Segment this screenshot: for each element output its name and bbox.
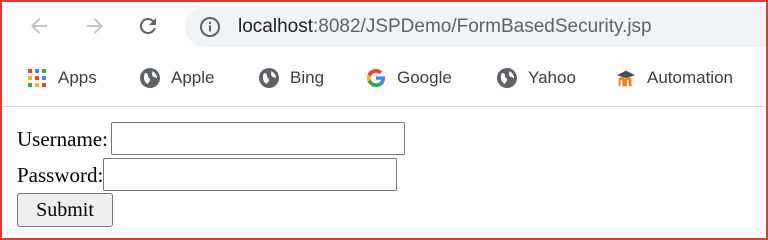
reload-icon — [139, 17, 156, 34]
bookmark-label: Bing — [290, 68, 325, 87]
password-input[interactable] — [103, 158, 398, 191]
bookmark-label: Apps — [58, 68, 97, 87]
bookmark-label: Google — [397, 68, 452, 87]
password-label: Password: — [17, 162, 104, 187]
username-label: Username: — [17, 126, 108, 151]
info-icon[interactable] — [199, 16, 221, 38]
bookmark-bing[interactable]: Bing — [258, 64, 324, 92]
bookmark-label: Automation — [647, 68, 733, 87]
globe-icon — [496, 67, 518, 89]
bookmark-apps[interactable]: Apps — [26, 64, 97, 92]
username-row: Username: — [17, 122, 405, 155]
moodle-icon — [615, 67, 637, 89]
url-text: localhost:8082/JSPDemo/FormBasedSecurity… — [238, 16, 652, 38]
username-input[interactable] — [110, 122, 405, 155]
forward-button[interactable] — [80, 11, 110, 41]
url-path: :8082/JSPDemo/FormBasedSecurity.jsp — [313, 16, 652, 37]
back-button[interactable] — [24, 11, 54, 41]
arrow-left-icon — [31, 18, 47, 34]
reload-button[interactable] — [133, 11, 163, 41]
globe-icon — [258, 67, 280, 89]
password-row: Password: — [17, 158, 398, 191]
globe-icon — [139, 67, 161, 89]
bookmark-label: Apple — [171, 68, 215, 87]
browser-toolbar: localhost:8082/JSPDemo/FormBasedSecurity… — [2, 2, 768, 52]
submit-button[interactable]: Submit — [17, 193, 113, 227]
apps-grid-icon — [26, 67, 48, 89]
bookmarks-bar: Apps Apple Bing Google Yahoo Automation — [2, 56, 766, 100]
bookmark-label: Yahoo — [528, 68, 576, 87]
bookmark-automation[interactable]: Automation — [615, 64, 733, 92]
bookmark-apple[interactable]: Apple — [139, 64, 214, 92]
address-bar[interactable]: localhost:8082/JSPDemo/FormBasedSecurity… — [185, 7, 768, 47]
bookmark-yahoo[interactable]: Yahoo — [496, 64, 576, 92]
bookmark-google[interactable]: Google — [365, 64, 452, 92]
url-host: localhost — [238, 16, 313, 37]
arrow-right-icon — [87, 18, 103, 34]
google-g-icon — [365, 67, 387, 89]
toolbar-divider — [2, 106, 766, 107]
